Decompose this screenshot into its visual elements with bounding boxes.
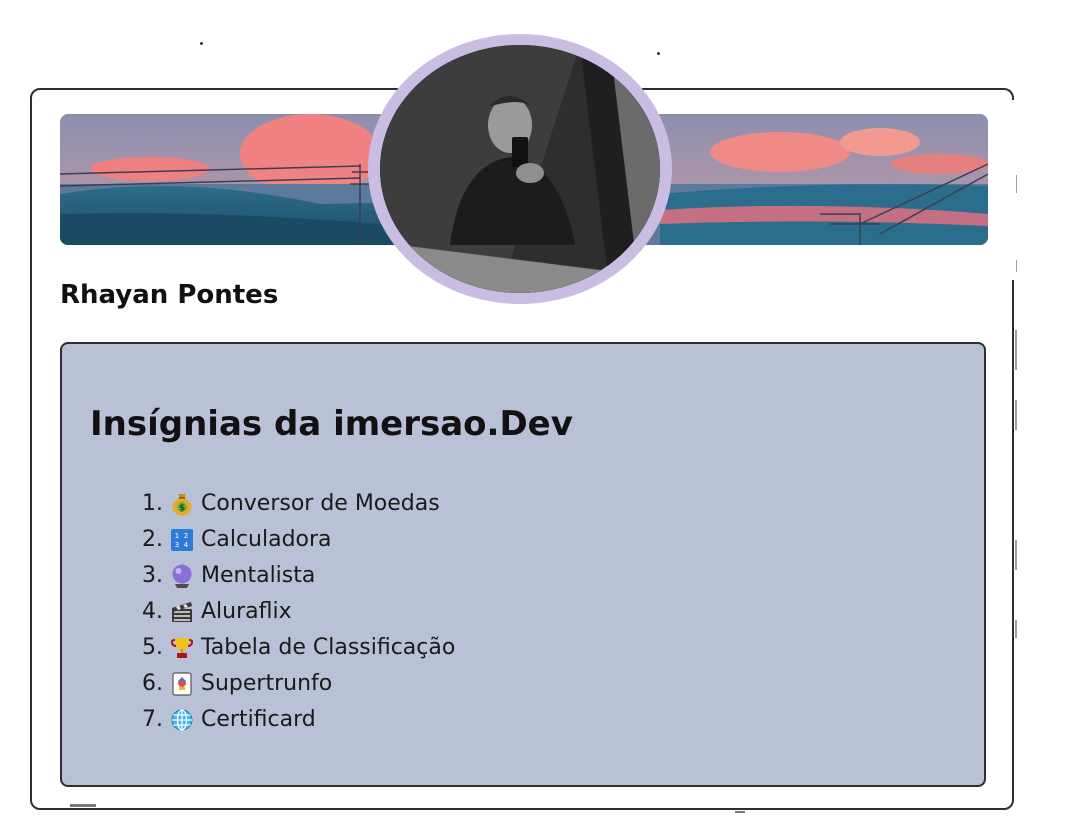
list-item: 6. Supertrunfo <box>142 666 455 702</box>
card-edge-fade <box>1008 100 1016 280</box>
avatar[interactable] <box>380 45 660 293</box>
list-item-number: 2. <box>142 527 163 552</box>
svg-text:4: 4 <box>184 541 189 549</box>
edge-mark <box>70 804 96 807</box>
edge-mark <box>1015 620 1017 638</box>
badges-list: 1. $ Conversor de Moedas 2. 1 2 3 4 Calc… <box>142 486 455 738</box>
list-item-label: Mentalista <box>201 563 316 588</box>
globe-icon <box>170 708 194 732</box>
badges-title: Insígnias da imersao.Dev <box>90 404 573 444</box>
trophy-icon <box>170 636 194 660</box>
edge-mark <box>1015 400 1017 430</box>
avatar-ring <box>368 34 672 304</box>
numbers-keypad-icon: 1 2 3 4 <box>170 528 194 552</box>
list-item: 4. Aluraflix <box>142 594 455 630</box>
edge-mark <box>735 811 745 813</box>
list-item-number: 3. <box>142 563 163 588</box>
svg-text:$: $ <box>179 504 185 514</box>
edge-mark <box>1015 540 1017 570</box>
list-item-number: 4. <box>142 599 163 624</box>
list-item: 7. Certificard <box>142 702 455 738</box>
crystal-ball-icon <box>170 564 194 588</box>
profile-name: Rhayan Pontes <box>60 280 279 310</box>
list-item-label: Supertrunfo <box>201 671 333 696</box>
joker-card-icon <box>170 672 194 696</box>
profile-card: Rhayan Pontes Insígnias da imersao.Dev 1… <box>30 34 1016 810</box>
decorative-dot <box>200 42 203 45</box>
list-item-number: 6. <box>142 671 163 696</box>
list-item-number: 5. <box>142 635 163 660</box>
list-item-label: Calculadora <box>201 527 332 552</box>
badges-panel: Insígnias da imersao.Dev 1. $ Conversor … <box>60 342 986 787</box>
decorative-dot <box>657 52 660 55</box>
svg-text:1: 1 <box>175 532 179 540</box>
list-item: 3. Mentalista <box>142 558 455 594</box>
list-item: 5. Tabela de Classificação <box>142 630 455 666</box>
list-item-number: 7. <box>142 707 163 732</box>
list-item: 1. $ Conversor de Moedas <box>142 486 455 522</box>
list-item-number: 1. <box>142 491 163 516</box>
money-bag-icon: $ <box>170 492 194 516</box>
clapper-board-icon <box>170 600 194 624</box>
list-item-label: Aluraflix <box>201 599 292 624</box>
list-item: 2. 1 2 3 4 Calculadora <box>142 522 455 558</box>
edge-mark <box>1015 330 1017 370</box>
list-item-label: Certificard <box>201 707 316 732</box>
list-item-label: Tabela de Classificação <box>201 635 456 660</box>
svg-text:3: 3 <box>175 541 179 549</box>
list-item-label: Conversor de Moedas <box>201 491 440 516</box>
svg-text:2: 2 <box>184 532 188 540</box>
